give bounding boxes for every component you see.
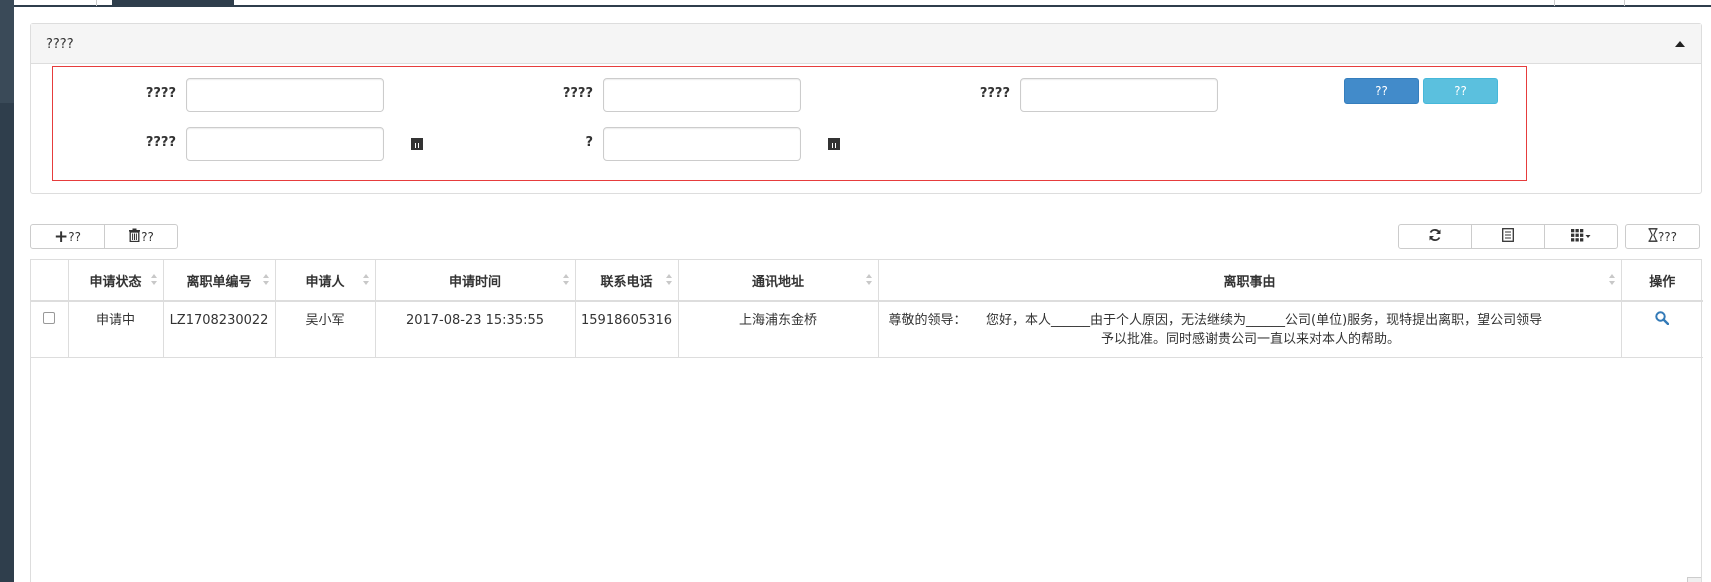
tab-active[interactable] [112, 0, 234, 6]
columns-grid-icon [1571, 228, 1591, 245]
trash-icon [128, 228, 141, 245]
column-header-label: 联系电话 [600, 274, 653, 290]
column-header-actions: 操作 [1621, 260, 1703, 302]
toggle-view-button[interactable] [1471, 224, 1545, 249]
column-header-reason[interactable]: 离职事由 [878, 260, 1622, 302]
tab-divider [1624, 0, 1625, 6]
caret-up-icon[interactable] [1675, 41, 1685, 47]
columns-dropdown-button[interactable] [1544, 224, 1618, 249]
field-label-4: ???? [145, 135, 176, 150]
sort-icon[interactable] [150, 274, 157, 286]
reason-text-line: 尊敬的领导： 您好，本人______由于个人原因，无法继续为______公司(单… [888, 313, 1543, 328]
sort-icon[interactable] [362, 274, 369, 286]
reason-text-line: 予以批准。同时感谢贵公司一直以来对本人的帮助。 [1100, 332, 1400, 347]
start-date-input[interactable] [186, 127, 384, 161]
search-input-3[interactable] [1020, 78, 1218, 112]
actions-cell [1621, 301, 1703, 358]
add-button[interactable]: + ?? [30, 224, 105, 249]
calendar-icon[interactable] [828, 138, 840, 150]
column-header-label: 通讯地址 [751, 274, 804, 290]
sidebar-strip-top [0, 0, 14, 103]
export-button[interactable]: ??? [1625, 224, 1700, 249]
delete-button-label: ?? [141, 229, 154, 244]
tab-divider [1554, 0, 1555, 6]
search-input-1[interactable] [186, 78, 384, 112]
tab-divider [96, 0, 97, 6]
time-cell: 2017-08-23 15:35:55 [375, 301, 576, 358]
list-icon [1502, 228, 1514, 245]
column-header-time[interactable]: 申请时间 [375, 260, 576, 302]
end-date-input[interactable] [603, 127, 801, 161]
column-header-address[interactable]: 通讯地址 [678, 260, 879, 302]
action-toolbar: + ?? ?? [30, 224, 178, 249]
search-panel-heading[interactable]: ???? [31, 24, 1701, 64]
tab-bar [14, 0, 1711, 7]
scrollbar-corner[interactable] [1687, 577, 1701, 582]
search-input-2[interactable] [603, 78, 801, 112]
column-header-label: 申请人 [305, 274, 345, 290]
column-header-status[interactable]: 申请状态 [68, 260, 164, 302]
export-toolbar: ??? [1625, 224, 1700, 249]
refresh-icon [1428, 228, 1442, 245]
data-table: 申请状态 离职单编号 申请人 申请时间 联系电话 通讯地址 离职事由 操作 申请… [30, 259, 1703, 582]
calendar-icon[interactable] [411, 138, 423, 150]
search-form: ???? ???? ???? ?? ?? ???? ? [52, 66, 1527, 181]
field-label-3: ???? [979, 86, 1010, 101]
refresh-button[interactable] [1398, 224, 1472, 249]
row-checkbox[interactable] [43, 312, 56, 324]
sort-icon[interactable] [1608, 274, 1615, 286]
delete-button[interactable]: ?? [104, 224, 178, 249]
sort-icon[interactable] [865, 274, 872, 286]
column-header-label: 申请状态 [89, 274, 142, 290]
column-header-label: 离职事由 [1223, 274, 1276, 290]
phone-cell: 15918605316 [575, 301, 679, 358]
number-cell: LZ1708230022 [163, 301, 276, 358]
field-label-2: ???? [562, 86, 593, 101]
sort-icon[interactable] [665, 274, 672, 286]
column-header-label: 操作 [1649, 274, 1676, 290]
table-row[interactable]: 申请中 LZ1708230022 吴小军 2017-08-23 15:35:55… [31, 301, 1703, 358]
search-panel: ???? ???? ???? ???? ?? ?? ???? ? [30, 23, 1702, 194]
search-icon[interactable] [1655, 311, 1670, 331]
select-all-header [31, 260, 69, 302]
field-label-1: ???? [145, 86, 176, 101]
applicant-cell: 吴小军 [275, 301, 376, 358]
column-header-label: 申请时间 [448, 274, 501, 290]
table-header-row: 申请状态 离职单编号 申请人 申请时间 联系电话 通讯地址 离职事由 操作 [31, 260, 1703, 302]
search-panel-title: ???? [46, 37, 74, 52]
plus-icon: + [54, 226, 69, 247]
column-header-phone[interactable]: 联系电话 [575, 260, 679, 302]
table-tools [1398, 224, 1618, 249]
column-header-label: 离职单编号 [186, 274, 252, 290]
column-header-number[interactable]: 离职单编号 [163, 260, 276, 302]
address-cell: 上海浦东金桥 [678, 301, 879, 358]
reset-button[interactable]: ?? [1423, 78, 1498, 104]
status-cell: 申请中 [68, 301, 164, 358]
export-button-label: ??? [1657, 229, 1678, 244]
field-label-5: ? [585, 135, 593, 150]
row-select-cell [31, 301, 69, 358]
sort-icon[interactable] [562, 274, 569, 286]
search-button[interactable]: ?? [1344, 78, 1419, 104]
reason-cell: 尊敬的领导： 您好，本人______由于个人原因，无法继续为______公司(单… [878, 301, 1622, 358]
column-header-applicant[interactable]: 申请人 [275, 260, 376, 302]
sort-icon[interactable] [262, 274, 269, 286]
hourglass-icon [1648, 228, 1658, 245]
add-button-label: ?? [68, 229, 81, 244]
sidebar-strip [0, 0, 14, 582]
